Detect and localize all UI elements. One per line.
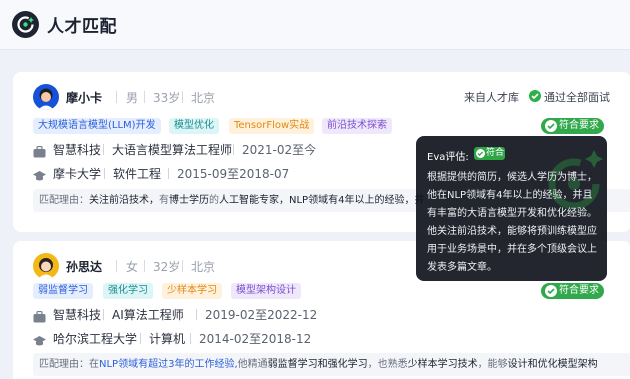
edu-period: 2015-09至2018-07 [177, 167, 290, 181]
reason-text: 他精通 [237, 359, 268, 370]
check-icon [476, 149, 485, 158]
divider [196, 309, 197, 320]
divider [144, 260, 145, 272]
reason-text: ，能够 [477, 359, 508, 370]
candidate-gender: 男 [126, 91, 139, 105]
skill-tag: 弱监督学习 [33, 283, 93, 299]
edu-school: 摩卡大学 [53, 167, 102, 181]
reason-text: 的 [209, 195, 219, 206]
match-status-label: 符合要求 [559, 120, 599, 131]
app-logo-icon [12, 11, 39, 38]
popup-body-text: 根据提供的简历，候选人学历为博士，他在NLP领域有4年以上的经验，并且有丰富的大… [427, 172, 597, 273]
edu-period: 2014-02至2018-12 [199, 332, 312, 346]
match-reason: 匹配理由：在NLP领域有超过3年的工作经验,他精通弱监督学习和强化学习，也熟悉少… [33, 353, 630, 376]
match-status-badge[interactable]: 符合要求 [541, 118, 604, 134]
reason-text: 设计和优化模型架构 [507, 359, 598, 370]
skill-tag: 模型优化 [169, 118, 219, 134]
candidate-city: 北京 [191, 91, 216, 105]
candidate-city: 北京 [191, 260, 216, 274]
reason-text: 弱监督学习和强化学习 [267, 359, 368, 370]
divider [182, 91, 183, 103]
eva-verdict-badge: 符合 [474, 147, 505, 160]
candidate-gender: 女 [126, 260, 139, 274]
divider [182, 260, 183, 272]
reason-text: 关注前沿技术， [89, 195, 159, 206]
eva-verdict-label: 符合 [486, 148, 505, 158]
work-company: 智慧科技 [53, 308, 102, 322]
divider [144, 91, 145, 103]
match-status-label: 符合要求 [559, 285, 599, 296]
candidate-name: 摩小卡 [66, 91, 103, 105]
edu-major: 软件工程 [113, 167, 162, 181]
avatar [33, 84, 59, 110]
divider [116, 260, 117, 272]
reason-label: 匹配理由： [39, 195, 89, 206]
check-icon [545, 120, 557, 132]
candidate-age: 33岁 [153, 91, 181, 105]
divider [233, 144, 234, 155]
candidate-name: 孙思达 [66, 260, 103, 274]
reason-text: 在 [89, 359, 99, 370]
divider [116, 91, 117, 103]
divider [104, 168, 105, 179]
work-title: 大语言模型算法工程师 [112, 143, 233, 157]
skill-tag: 前沿技术探索 [322, 118, 392, 134]
candidate-source: 来自人才库 [464, 91, 519, 104]
edu-major: 计算机 [149, 332, 186, 346]
briefcase-icon [33, 308, 46, 323]
divider [168, 168, 169, 179]
skill-tag: TensorFlow实战 [229, 118, 315, 134]
divider [103, 309, 104, 320]
candidate-age: 32岁 [153, 260, 181, 274]
reason-text: 少样本学习技术 [407, 359, 478, 370]
briefcase-icon [33, 143, 46, 158]
skill-tag: 大规模语言模型(LLM)开发 [33, 118, 161, 134]
graduation-cap-icon [33, 332, 46, 346]
avatar [33, 253, 59, 279]
interview-status: 通过全部面试 [544, 91, 610, 104]
reason-text: NLP领域有超过3年的工作经验, [99, 359, 238, 370]
check-icon [545, 285, 557, 297]
app-header: 人才匹配 [0, 0, 630, 50]
check-circle-icon [529, 90, 541, 102]
reason-text: 人工智能专家 [219, 195, 279, 206]
graduation-cap-icon [33, 167, 46, 181]
reason-label: 匹配理由： [39, 359, 89, 370]
divider [140, 333, 141, 344]
edu-school: 哈尔滨工程大学 [53, 332, 138, 346]
work-period: 2021-02至今 [242, 143, 317, 157]
divider [103, 144, 104, 155]
reason-text: 有 [159, 195, 169, 206]
page-title: 人才匹配 [47, 17, 117, 37]
divider [190, 333, 191, 344]
eva-evaluation-popup: Eva评估: 符合 根据提供的简历，候选人学历为博士，他在NLP领域有4年以上的… [416, 136, 607, 281]
reason-text: ，也熟悉 [367, 359, 408, 370]
reason-text: ，NLP领域有4年以上的经验，并 [279, 195, 425, 206]
work-period: 2019-02至2022-12 [205, 308, 318, 322]
work-company: 智慧科技 [53, 143, 102, 157]
skill-tag: 少样本学习 [162, 283, 222, 299]
popup-title: Eva评估: [427, 152, 469, 163]
skill-tag: 模型架构设计 [231, 283, 301, 299]
match-status-badge[interactable]: 符合要求 [541, 283, 604, 299]
reason-text: 博士学历 [169, 195, 209, 206]
skill-tag: 强化学习 [103, 283, 153, 299]
work-title: AI算法工程师 [112, 308, 184, 322]
